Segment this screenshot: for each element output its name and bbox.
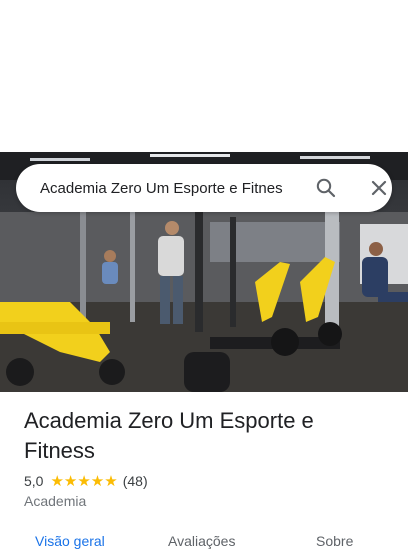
search-input[interactable]: Academia Zero Um Esporte e Fitnes [40,180,290,197]
tab-about[interactable]: Sobre [316,533,353,549]
search-bar[interactable]: Academia Zero Um Esporte e Fitnes [16,164,392,212]
rating-value: 5,0 [24,473,44,489]
rating-row[interactable]: 5,0 ★★★★★ (48) [24,472,148,490]
tab-reviews[interactable]: Avaliações [168,533,235,549]
tab-bar: Visão geral Avaliações Sobre [0,530,408,550]
close-icon[interactable] [367,176,391,200]
place-category[interactable]: Academia [24,493,86,509]
place-title: Academia Zero Um Esporte e Fitness [24,408,314,463]
rating-stars-icon: ★★★★★ [50,473,118,490]
search-icon[interactable] [314,176,338,200]
tab-overview[interactable]: Visão geral [35,533,105,549]
reviews-count[interactable]: (48) [123,473,148,489]
